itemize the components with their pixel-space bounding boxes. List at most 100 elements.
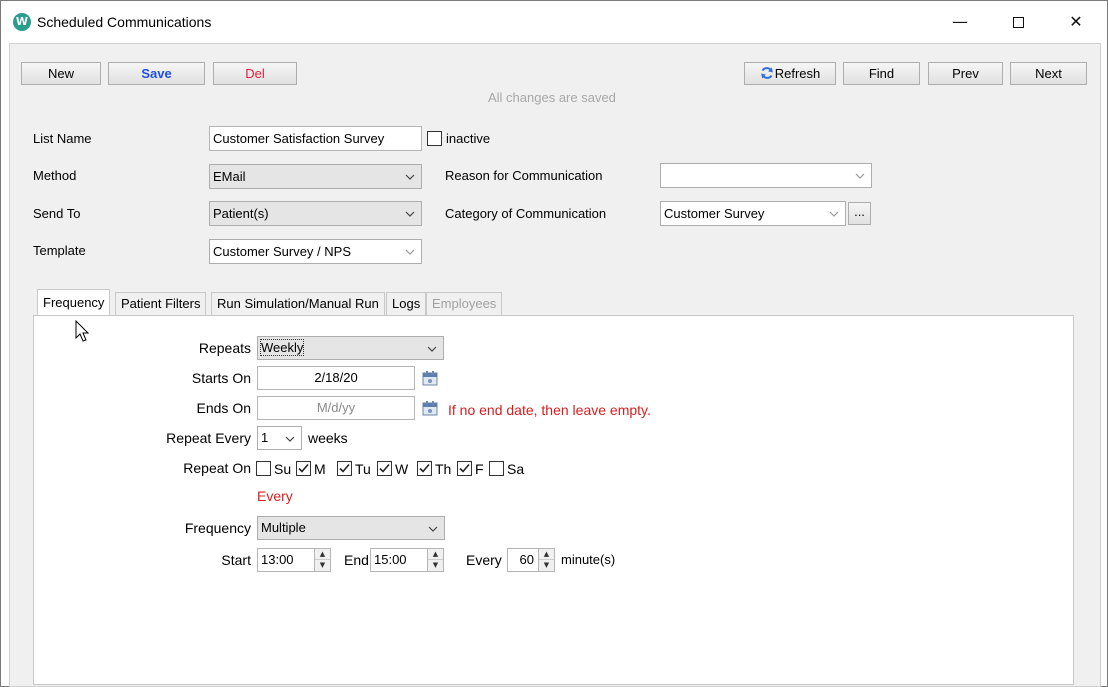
every-text: Every [257,488,293,504]
every-interval-input[interactable]: 60 ▲ ▼ [507,548,555,572]
day-checkbox-tu[interactable] [337,461,352,476]
checkmark-icon [298,463,309,473]
day-label: F [475,461,484,477]
day-checkbox-f[interactable] [457,461,472,476]
chevron-down-icon [403,240,417,263]
reason-select[interactable] [660,163,872,188]
method-label: Method [33,168,77,183]
repeats-label: Repeats [198,340,251,356]
checkmark-icon [379,463,390,473]
repeat-every-label: Repeat Every [166,430,251,446]
list-name-label: List Name [33,131,92,146]
day-checkbox-su[interactable] [256,461,271,476]
calendar-icon[interactable] [422,400,438,416]
starts-on-label: Starts On [191,370,251,386]
start-label: Start [221,552,251,568]
frequency-panel: Repeats Weekly Starts On 2/18/20 Ends On… [33,315,1074,685]
spin-up-icon[interactable]: ▲ [428,549,443,560]
minimize-button[interactable]: — [931,1,989,43]
start-time-input[interactable]: 13:00 ▲ ▼ [257,548,331,572]
main-panel: New Save Del Refresh Find Prev Next All … [9,43,1101,687]
new-button[interactable]: New [21,62,101,85]
method-select[interactable]: EMail [209,164,422,189]
every-interval-label: Every [466,552,502,568]
every-interval-spinner[interactable]: ▲ ▼ [538,549,554,571]
repeats-value: Weekly [259,339,305,356]
spin-up-icon[interactable]: ▲ [539,549,554,560]
start-time-spinner[interactable]: ▲ ▼ [314,549,330,571]
day-checkbox-m[interactable] [296,461,311,476]
frequency-select[interactable]: Multiple [257,516,445,540]
template-label: Template [33,243,86,258]
end-time-value: 15:00 [374,552,407,567]
title-bar: W Scheduled Communications — ✕ [1,1,1107,43]
inactive-label: inactive [446,131,491,146]
calendar-icon[interactable] [422,370,438,386]
prev-button[interactable]: Prev [928,62,1003,85]
chevron-down-icon [425,337,439,360]
end-label: End [344,552,369,568]
end-time-spinner[interactable]: ▲ ▼ [427,549,443,571]
end-time-input[interactable]: 15:00 ▲ ▼ [370,548,444,572]
category-label: Category of Communication [445,206,607,221]
tab-employees: Employees [426,292,503,316]
frequency-value: Multiple [261,520,306,535]
day-label: Th [435,461,452,477]
repeats-select[interactable]: Weekly [257,336,444,360]
day-checkbox-w[interactable] [377,461,392,476]
tab-run-simulation[interactable]: Run Simulation/Manual Run [211,292,385,316]
save-button[interactable]: Save [108,62,205,85]
ends-on-hint: If no end date, then leave empty. [448,402,651,418]
spin-down-icon[interactable]: ▼ [315,560,330,571]
ends-on-label: Ends On [196,400,251,416]
day-label: Sa [507,461,525,477]
spin-up-icon[interactable]: ▲ [315,549,330,560]
reason-label: Reason for Communication [445,168,603,183]
spin-down-icon[interactable]: ▼ [539,560,554,571]
day-checkbox-th[interactable] [417,461,432,476]
chevron-down-icon [426,517,440,540]
close-button[interactable]: ✕ [1047,1,1105,43]
day-checkbox-sa[interactable] [489,461,504,476]
spin-down-icon[interactable]: ▼ [428,560,443,571]
tab-logs[interactable]: Logs [386,292,427,316]
find-button[interactable]: Find [843,62,920,85]
maximize-icon [1012,17,1024,28]
send-to-label: Send To [33,206,81,221]
starts-on-input[interactable]: 2/18/20 [257,366,415,390]
checkmark-icon [459,463,470,473]
category-value: Customer Survey [664,206,765,221]
list-name-input[interactable]: Customer Satisfaction Survey [209,126,422,151]
checkmark-icon [339,463,350,473]
category-more-button[interactable]: ... [848,202,871,225]
chevron-down-icon [283,427,297,450]
window-title: Scheduled Communications [37,14,212,30]
day-label: W [395,461,409,477]
mouse-cursor-icon [75,320,90,342]
app-logo-icon: W [13,13,31,31]
template-select[interactable]: Customer Survey / NPS [209,239,422,264]
chevron-down-icon [403,165,417,188]
frequency-label: Frequency [184,520,251,536]
maximize-button[interactable] [989,1,1047,43]
refresh-label: Refresh [774,66,821,81]
day-label: Su [274,461,292,477]
chevron-down-icon [403,202,417,225]
chevron-down-icon [827,202,841,225]
send-to-select[interactable]: Patient(s) [209,201,422,226]
ends-on-input[interactable]: M/d/yy [257,396,415,420]
category-select[interactable]: Customer Survey [660,201,846,226]
refresh-icon [760,67,773,79]
tab-frequency[interactable]: Frequency [37,289,111,315]
day-label: Tu [355,461,371,477]
next-button[interactable]: Next [1010,62,1087,85]
app-window: W Scheduled Communications — ✕ New Save … [0,0,1108,687]
inactive-checkbox[interactable] [427,131,442,146]
delete-button[interactable]: Del [213,62,297,85]
repeat-every-value: 1 [261,430,269,445]
every-interval-unit: minute(s) [561,552,616,567]
refresh-button[interactable]: Refresh [744,62,836,85]
repeat-every-select[interactable]: 1 [257,426,302,450]
tab-patient-filters[interactable]: Patient Filters [115,292,207,316]
template-value: Customer Survey / NPS [213,244,351,259]
